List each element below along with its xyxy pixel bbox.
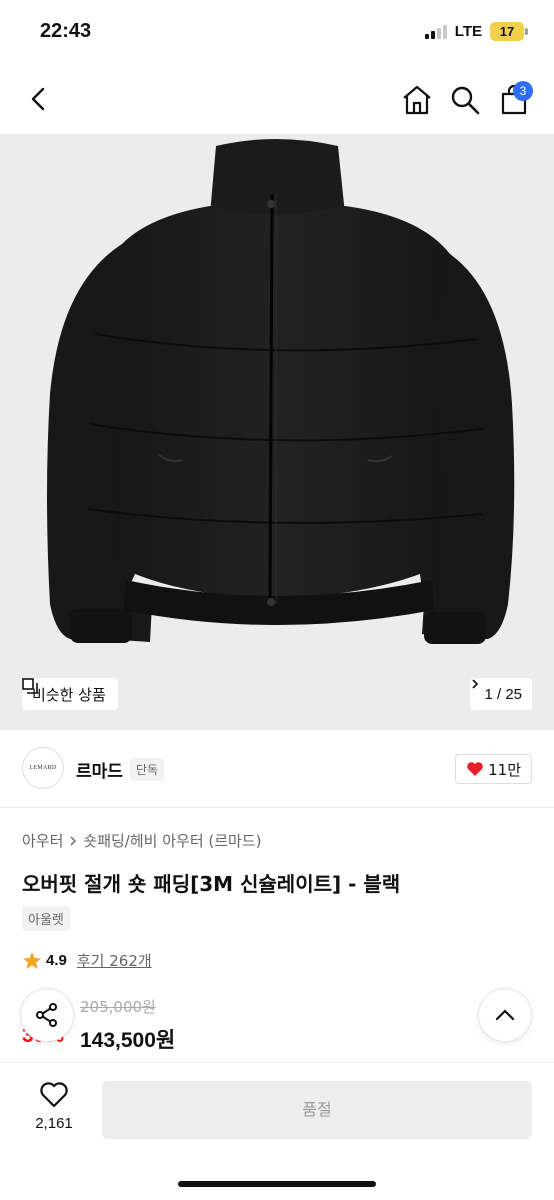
- network-label: LTE: [454, 23, 482, 40]
- brand-like-button[interactable]: 11만: [455, 754, 532, 784]
- similar-icon: [22, 678, 38, 694]
- wishlist-count: 2,161: [35, 1115, 73, 1132]
- rating-value: 4.9: [46, 952, 67, 969]
- chevron-up-icon: [495, 1009, 515, 1021]
- chevron-right-icon: [472, 679, 479, 689]
- breadcrumb-item[interactable]: 아우터: [22, 830, 63, 851]
- bottom-action-bar: 2,161 품절: [0, 1062, 554, 1200]
- product-title: 오버핏 절개 숏 패딩[3M 신슐레이트] - 블랙: [22, 872, 401, 896]
- image-counter-button[interactable]: 1 / 25: [470, 678, 532, 710]
- status-bar: 22:43 LTE 17: [0, 0, 554, 66]
- brand-row: LEMARD 르마드 단독 11만: [0, 730, 554, 808]
- status-time: 22:43: [40, 20, 92, 42]
- battery-icon: 17: [490, 22, 528, 41]
- cart-count-badge: 3: [513, 81, 533, 101]
- breadcrumb: 아우터 숏패딩/헤비 아우터 (르마드): [22, 830, 262, 851]
- signal-icon: [424, 24, 447, 39]
- product-image-gallery[interactable]: 비슷한 상품 1 / 25: [0, 134, 554, 730]
- original-price: 205,000원: [80, 998, 156, 1016]
- image-counter: 1 / 25: [484, 685, 522, 703]
- search-icon[interactable]: [448, 83, 482, 117]
- product-image: [47, 139, 515, 644]
- brand-name[interactable]: 르마드: [76, 757, 123, 782]
- sold-out-button[interactable]: 품절: [102, 1081, 532, 1139]
- exclusive-badge: 단독: [130, 758, 165, 781]
- share-icon: [36, 1003, 57, 1027]
- scroll-top-button[interactable]: [478, 988, 532, 1042]
- home-indicator: [178, 1181, 376, 1187]
- top-nav: 3: [0, 66, 554, 134]
- rating-row: 4.9 후기 262개: [22, 950, 152, 971]
- heart-outline-icon: [40, 1082, 68, 1108]
- battery-level: 17: [490, 22, 524, 41]
- status-indicators: LTE 17: [424, 22, 528, 41]
- chevron-right-icon: [70, 836, 77, 845]
- similar-products-button[interactable]: 비슷한 상품: [22, 678, 118, 710]
- outlet-badge: 아울렛: [22, 906, 70, 931]
- brand-logo[interactable]: LEMARD: [22, 747, 64, 789]
- reviews-link[interactable]: 후기 262개: [77, 950, 152, 971]
- sale-price: 143,500원: [80, 1029, 176, 1052]
- back-icon[interactable]: [24, 84, 54, 114]
- share-button[interactable]: [20, 988, 74, 1042]
- star-icon: [23, 951, 41, 969]
- home-icon[interactable]: [400, 83, 434, 117]
- brand-like-count: 11만: [488, 760, 521, 779]
- similar-products-label: 비슷한 상품: [32, 685, 106, 704]
- breadcrumb-item[interactable]: 숏패딩/헤비 아우터 (르마드): [83, 830, 261, 851]
- wishlist-button[interactable]: 2,161: [26, 1081, 82, 1132]
- heart-filled-icon: [467, 762, 483, 776]
